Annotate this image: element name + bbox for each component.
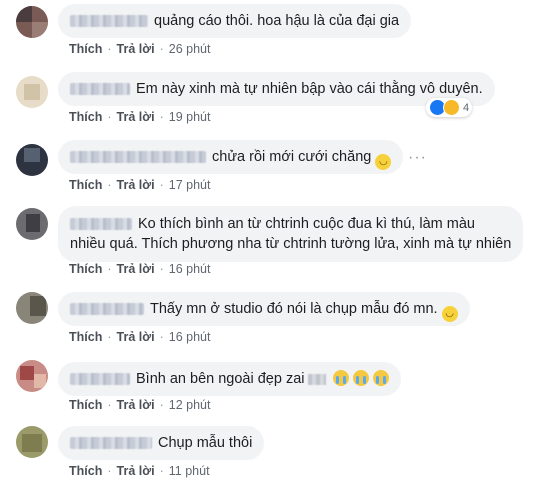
commenter-name[interactable] — [70, 218, 132, 231]
avatar[interactable] — [16, 292, 48, 324]
avatar[interactable] — [16, 76, 48, 108]
commenter-name[interactable] — [70, 151, 206, 164]
comment-actions: Thích · Trả lời · 11 phút — [69, 464, 210, 478]
comment-text: quảng cáo thôi. hoa hậu là của đại gia — [154, 13, 400, 29]
reaction-summary[interactable]: 4 — [426, 98, 473, 117]
redacted-text — [307, 373, 326, 385]
reply-link[interactable]: Trả lời — [117, 262, 155, 276]
reply-link[interactable]: Trả lời — [117, 398, 155, 412]
reaction-count: 4 — [463, 101, 470, 114]
avatar[interactable] — [16, 208, 48, 240]
haha-reaction-icon — [443, 99, 460, 116]
commenter-name[interactable] — [70, 373, 130, 386]
commenter-name[interactable] — [70, 303, 144, 316]
crying-emoji-icon — [332, 370, 349, 386]
reply-link[interactable]: Trả lời — [117, 178, 155, 192]
reply-link[interactable]: Trả lời — [117, 464, 155, 478]
reply-link[interactable]: Trả lời — [117, 110, 155, 124]
comment-text-line1: Ko thích bình an từ chtrinh cuộc đua kì … — [138, 216, 475, 232]
comment-text: chửa rồi mới cưới chăng — [212, 149, 372, 165]
like-link[interactable]: Thích — [69, 178, 102, 192]
like-link[interactable]: Thích — [69, 110, 102, 124]
like-link[interactable]: Thích — [69, 330, 102, 344]
timestamp[interactable]: 12 phút — [169, 398, 211, 412]
commenter-name[interactable] — [70, 15, 148, 28]
reply-link[interactable]: Trả lời — [117, 42, 155, 56]
timestamp[interactable]: 16 phút — [169, 330, 211, 344]
commenter-name[interactable] — [70, 437, 152, 450]
comment-text-line2: nhiều quá. Thích phương nha từ chtrinh t… — [70, 236, 512, 252]
timestamp[interactable]: 11 phút — [169, 464, 210, 478]
comment-bubble: chửa rồi mới cưới chăng ◡ — [58, 140, 404, 174]
comment-bubble: Bình an bên ngoài đẹp zai — [58, 362, 401, 396]
timestamp[interactable]: 16 phút — [169, 262, 211, 276]
comment-text: Chụp mẫu thôi — [158, 435, 253, 451]
crying-emoji-icon — [352, 370, 369, 386]
comment-actions: Thích · Trả lời · 16 phút — [69, 262, 211, 276]
timestamp[interactable]: 26 phút — [169, 42, 211, 56]
comment-text: Thấy mn ở studio đó nói là chụp mẫu đó m… — [150, 301, 438, 317]
comment-bubble: Chụp mẫu thôi — [58, 426, 265, 460]
comment-actions: Thích · Trả lời · 19 phút — [69, 110, 211, 124]
timestamp[interactable]: 17 phút — [169, 178, 211, 192]
commenter-name[interactable] — [70, 83, 130, 96]
comment-list: quảng cáo thôi. hoa hậu là của đại gia T… — [0, 0, 550, 487]
reply-link[interactable]: Trả lời — [117, 330, 155, 344]
comment-bubble: Ko thích bình an từ chtrinh cuộc đua kì … — [58, 206, 524, 262]
comment-bubble: quảng cáo thôi. hoa hậu là của đại gia — [58, 4, 412, 38]
avatar[interactable] — [16, 6, 48, 38]
comment-text: Em này xinh mà tự nhiên bập vào cái thằn… — [136, 81, 483, 97]
crying-emoji-icon — [372, 370, 389, 386]
smile-emoji-icon: ◡ — [375, 154, 392, 170]
comment-bubble: Thấy mn ở studio đó nói là chụp mẫu đó m… — [58, 292, 470, 326]
avatar[interactable] — [16, 360, 48, 392]
like-link[interactable]: Thích — [69, 398, 102, 412]
like-link[interactable]: Thích — [69, 42, 102, 56]
avatar[interactable] — [16, 426, 48, 458]
like-link[interactable]: Thích — [69, 464, 102, 478]
more-options-icon[interactable]: ··· — [408, 150, 427, 166]
like-link[interactable]: Thích — [69, 262, 102, 276]
comment-text: Bình an bên ngoài đẹp zai — [136, 371, 305, 387]
comment-actions: Thích · Trả lời · 12 phút — [69, 398, 211, 412]
smile-emoji-icon: ◡ — [441, 306, 458, 322]
comment-actions: Thích · Trả lời · 16 phút — [69, 330, 211, 344]
avatar[interactable] — [16, 144, 48, 176]
comment-actions: Thích · Trả lời · 17 phút — [69, 178, 211, 192]
timestamp[interactable]: 19 phút — [169, 110, 211, 124]
comment-actions: Thích · Trả lời · 26 phút — [69, 42, 211, 56]
